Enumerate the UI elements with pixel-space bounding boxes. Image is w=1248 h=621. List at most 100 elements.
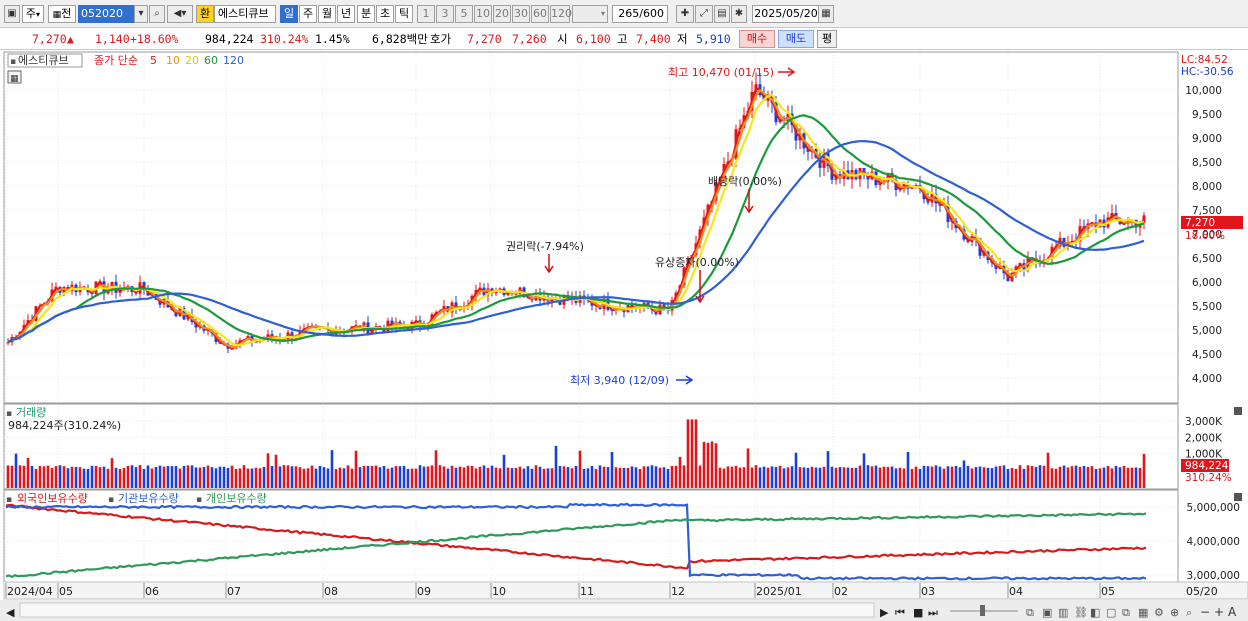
rewind-icon[interactable]: ⏮ — [895, 606, 905, 619]
volume-bar — [18, 465, 22, 488]
period-select[interactable]: 주▾ — [22, 5, 44, 23]
interval-60[interactable]: 60 — [531, 5, 549, 23]
volume-tick-label: 3,000K — [1185, 416, 1223, 428]
volume-bar — [998, 465, 1002, 488]
interval-120-label: 120 — [551, 7, 572, 20]
price-tick-label: 9,500 — [1192, 109, 1222, 121]
x-axis-label: 02 — [834, 585, 848, 598]
buy-button[interactable]: 매수 — [739, 30, 775, 48]
volume-tick-label: 2,000K — [1185, 432, 1223, 444]
quote-bar: 7,270 ▲ 1,140 +18.60% 984,224 310.24% 1.… — [0, 28, 1248, 50]
tab-second[interactable]: 초 — [376, 5, 394, 23]
count-input[interactable]: 265/600 — [612, 5, 668, 23]
volume-bar — [370, 465, 374, 488]
interval-3[interactable]: 3 — [436, 5, 454, 23]
code-dropdown-button[interactable]: ▾ — [134, 5, 148, 23]
save-icon[interactable]: ▤ — [714, 5, 730, 23]
copy-icon[interactable]: ⧉ — [1026, 606, 1034, 619]
search-icon[interactable]: ⌕ — [1186, 606, 1192, 619]
volume-bar — [1050, 468, 1054, 488]
fast-forward-icon[interactable]: ⏭ — [928, 606, 938, 619]
tab-tick[interactable]: 틱 — [395, 5, 413, 23]
chart-layout-icon[interactable]: ▣ — [4, 5, 20, 23]
panel-icon[interactable]: ◧ — [1090, 606, 1100, 619]
crosshair-icon[interactable]: ✚ — [676, 5, 694, 23]
volume-bar — [174, 465, 178, 488]
volume-bar — [834, 467, 838, 488]
sell-button[interactable]: 매도 — [778, 30, 814, 48]
grid-icon[interactable]: ▦ — [1138, 606, 1148, 619]
volume-bar — [58, 465, 62, 488]
tab-yearly[interactable]: 년 — [337, 5, 355, 23]
stock-name: 에스티큐브 — [218, 7, 269, 20]
prev-select[interactable]: ▦전 — [48, 5, 76, 23]
interval-10[interactable]: 10 — [474, 5, 492, 23]
search-icon[interactable]: ⌕ — [149, 5, 165, 23]
interval-1[interactable]: 1 — [417, 5, 435, 23]
volume-bar — [1102, 467, 1106, 488]
tab-monthly[interactable]: 월 — [318, 5, 336, 23]
volume-bar — [1042, 465, 1046, 488]
volume-bar — [838, 467, 842, 488]
exchange-badge[interactable]: 환 — [196, 5, 214, 23]
holdings-panel-close-icon[interactable] — [1234, 493, 1242, 501]
x-axis-strip — [3, 581, 1248, 600]
minus-icon[interactable]: − — [1200, 605, 1210, 619]
tab-daily[interactable]: 일 — [280, 5, 298, 23]
link-icon[interactable]: ⛓ — [1074, 606, 1088, 619]
date-input[interactable]: 2025/05/20 — [752, 5, 820, 23]
volume-bar — [1086, 466, 1090, 488]
volume-bar — [794, 452, 798, 488]
plus-icon[interactable]: + — [1214, 605, 1224, 619]
volume-bar — [954, 465, 958, 488]
interval-20[interactable]: 20 — [493, 5, 511, 23]
layout-icon[interactable]: ▣ — [1042, 606, 1052, 619]
zoom-in-icon[interactable]: ⊕ — [1170, 606, 1179, 619]
volume-bar — [426, 466, 430, 488]
volume-bar — [614, 467, 618, 488]
settings-icon[interactable]: ⚙ — [1154, 606, 1164, 619]
volume-bar — [126, 465, 130, 488]
volume-bar — [982, 467, 986, 488]
volume-bar — [494, 467, 498, 488]
tab-minute[interactable]: 분 — [357, 5, 375, 23]
volume-bar — [378, 467, 382, 488]
split-icon[interactable]: ▥ — [1058, 606, 1068, 619]
x-axis-label: 05 — [1101, 585, 1115, 598]
avg-button[interactable]: 평 — [817, 30, 837, 48]
price-tick-label: 7,500 — [1192, 205, 1222, 217]
event-capital-increase: 유상증자(0.00%) — [655, 256, 739, 269]
stack-icon[interactable]: ⧉ — [1122, 606, 1130, 619]
chart-bg — [0, 50, 1248, 621]
interval-120[interactable]: 120 — [550, 5, 572, 23]
zoom-icon[interactable]: ⤢ — [695, 5, 713, 23]
volume-bar — [674, 465, 678, 488]
stock-chart[interactable]: 10,0009,5009,0008,5008,0007,5007,0006,50… — [0, 50, 1248, 621]
zoom-slider-handle[interactable] — [980, 605, 985, 616]
volume-bar — [1022, 468, 1026, 488]
tab-weekly[interactable]: 주 — [299, 5, 317, 23]
scroll-left-icon[interactable]: ◀ — [6, 606, 15, 619]
volume-bar — [1110, 468, 1114, 488]
horizontal-scrollbar[interactable] — [19, 602, 875, 618]
window-icon[interactable]: ▢ — [1106, 606, 1116, 619]
font-size-icon[interactable]: A — [1228, 605, 1237, 619]
interval-custom-select[interactable]: ▾ — [572, 5, 608, 23]
volume-bar — [502, 454, 506, 488]
sound-icon[interactable]: ◀▾ — [167, 5, 193, 23]
volume-bar — [346, 465, 350, 488]
x-axis-label: 2025/01 — [756, 585, 802, 598]
volume-bar — [798, 467, 802, 488]
interval-5[interactable]: 5 — [455, 5, 473, 23]
volume-bar — [254, 467, 258, 488]
volume-panel-close-icon[interactable] — [1234, 407, 1242, 415]
volume-bar — [142, 468, 146, 488]
calendar-icon[interactable]: ▦ — [818, 5, 834, 23]
scroll-right-icon[interactable]: ▶ — [880, 606, 889, 619]
stop-icon[interactable]: ■ — [913, 606, 923, 619]
volume-bar — [42, 466, 46, 488]
volume-bar — [514, 467, 518, 488]
gear-icon[interactable]: ✱ — [731, 5, 747, 23]
interval-30[interactable]: 30 — [512, 5, 530, 23]
stock-code-input[interactable]: 052020 — [78, 5, 136, 23]
